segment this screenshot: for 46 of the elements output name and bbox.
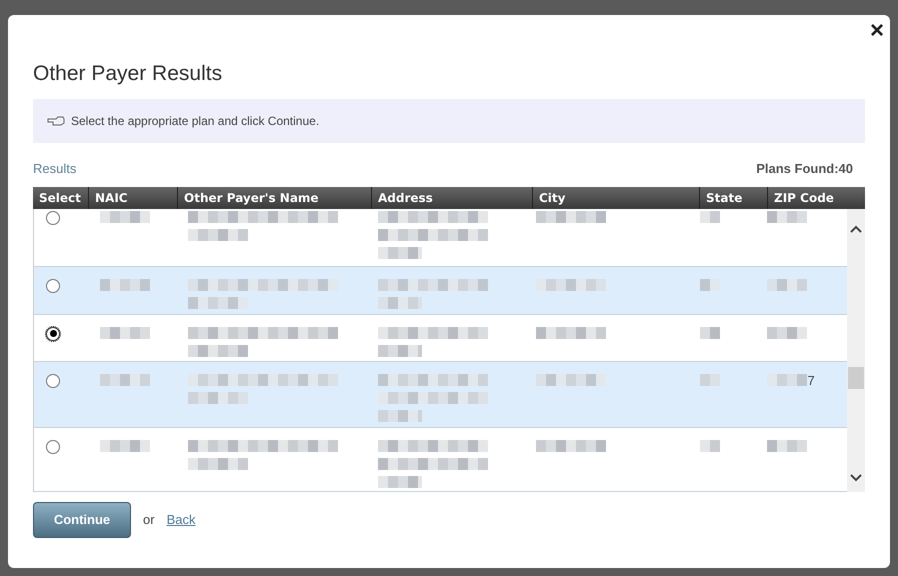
scrollbar-thumb[interactable] xyxy=(848,367,864,390)
scroll-up-icon[interactable] xyxy=(850,224,862,233)
blurred-text xyxy=(700,210,720,223)
column-header: Other Payer's Name xyxy=(184,190,319,207)
radio-button[interactable] xyxy=(46,210,60,225)
or-text: or xyxy=(143,511,155,529)
blurred-text xyxy=(100,374,150,386)
pointing-hand-icon xyxy=(47,116,65,126)
column-header: ZIP Code xyxy=(774,190,834,207)
instruction-text: Select the appropriate plan and click Continue. xyxy=(71,113,320,130)
blurred-text xyxy=(536,374,606,386)
column-header: Address xyxy=(378,190,433,207)
plans-found-count: Plans Found:40 xyxy=(756,160,853,178)
blurred-text xyxy=(700,278,720,291)
blurred-text xyxy=(767,326,808,339)
blurred-text xyxy=(700,374,720,386)
column-header: Select xyxy=(39,190,81,207)
scrollbar[interactable] xyxy=(847,208,865,492)
scroll-down-icon[interactable] xyxy=(850,474,862,482)
blurred-text xyxy=(100,326,150,339)
blurred-text xyxy=(700,440,720,452)
blurred-text xyxy=(536,278,606,291)
blurred-text xyxy=(100,210,150,223)
blurred-text xyxy=(536,326,606,339)
column-header: State xyxy=(706,190,742,207)
blurred-text xyxy=(700,326,720,339)
dialog-title: Other Payer Results xyxy=(33,61,222,87)
radio-button[interactable] xyxy=(46,326,60,341)
radio-button[interactable] xyxy=(46,374,60,388)
blurred-text xyxy=(100,440,150,452)
radio-button[interactable] xyxy=(46,440,60,454)
blurred-text xyxy=(536,440,606,452)
column-header: City xyxy=(539,190,566,207)
zip-code-text: 7 xyxy=(807,374,815,388)
blurred-text xyxy=(767,374,808,386)
radio-button[interactable] xyxy=(46,278,60,293)
blurred-text xyxy=(767,278,808,291)
blurred-text xyxy=(767,210,808,223)
blurred-text xyxy=(100,278,150,291)
column-header: NAIC xyxy=(95,190,128,207)
close-button[interactable]: × xyxy=(866,19,888,43)
table-row[interactable]: 7 xyxy=(34,362,847,428)
blurred-text xyxy=(767,440,808,452)
blurred-text xyxy=(536,210,606,223)
back-link[interactable]: Back xyxy=(166,510,196,530)
results-label: Results xyxy=(33,160,76,178)
